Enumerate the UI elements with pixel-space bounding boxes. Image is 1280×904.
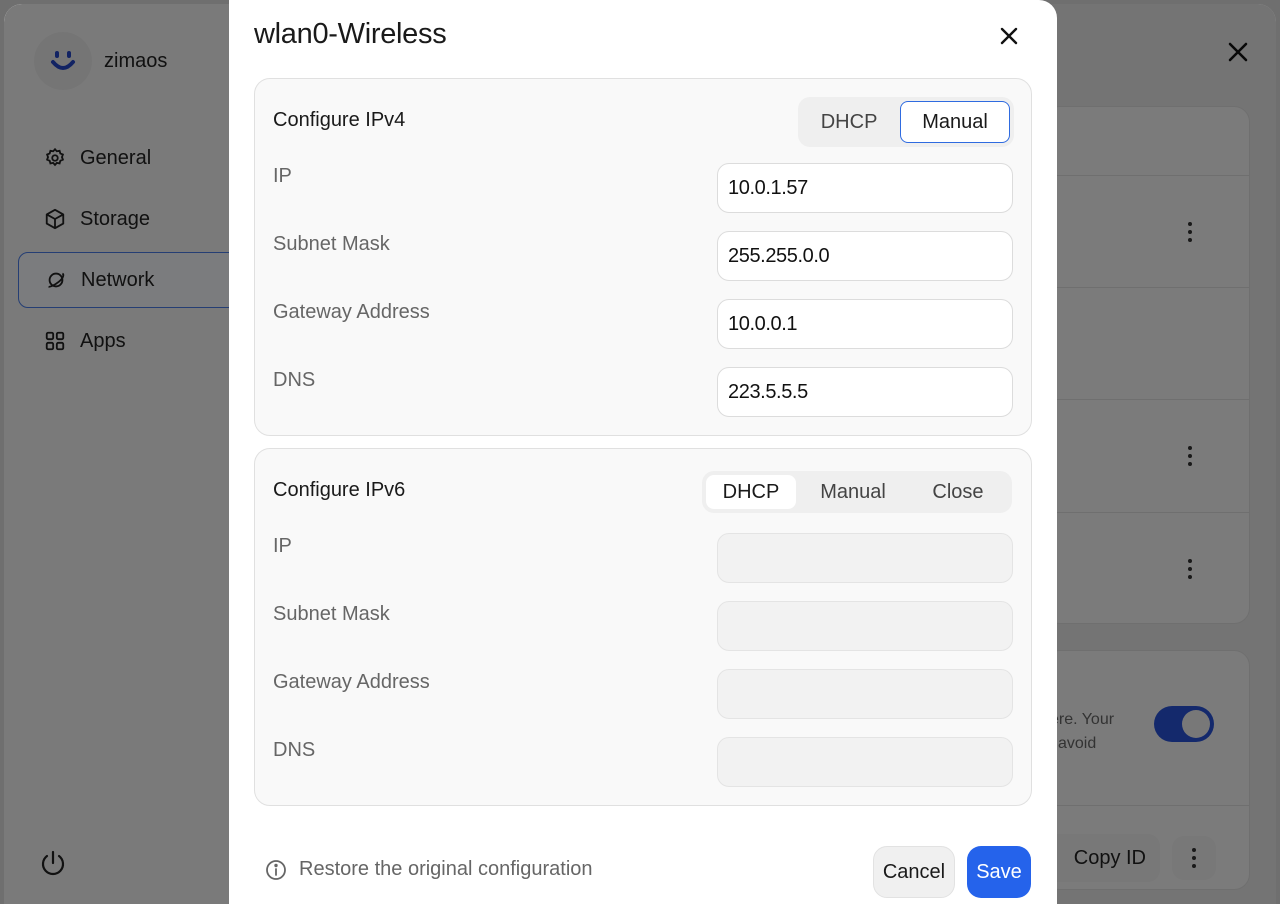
ipv4-gateway-label: Gateway Address <box>273 301 430 323</box>
ipv4-dns-input[interactable] <box>717 367 1013 417</box>
ipv4-gateway-input[interactable] <box>717 299 1013 349</box>
ipv6-ip-label: IP <box>273 535 292 557</box>
section-title: Configure IPv4 <box>273 109 406 131</box>
ipv4-section: Configure IPv4 DHCP Manual IP Subnet Mas… <box>254 78 1032 436</box>
ipv6-manual-option[interactable]: Manual <box>796 475 910 509</box>
section-title: Configure IPv6 <box>273 479 406 501</box>
ipv4-ip-input[interactable] <box>717 163 1013 213</box>
ipv4-mode-selector: DHCP Manual <box>798 97 1014 147</box>
ipv4-ip-label: IP <box>273 165 292 187</box>
restore-config-link[interactable]: Restore the original configuration <box>265 858 593 881</box>
ipv4-subnet-input[interactable] <box>717 231 1013 281</box>
cancel-button[interactable]: Cancel <box>873 846 955 898</box>
ipv6-subnet-input <box>717 601 1013 651</box>
ipv6-gateway-input <box>717 669 1013 719</box>
ipv6-close-option[interactable]: Close <box>910 475 1006 509</box>
ipv4-dns-label: DNS <box>273 369 316 391</box>
ipv6-dns-input <box>717 737 1013 787</box>
ipv6-dhcp-option[interactable]: DHCP <box>706 475 796 509</box>
ipv6-dns-label: DNS <box>273 739 316 761</box>
restore-label: Restore the original configuration <box>299 858 593 880</box>
ipv4-dhcp-option[interactable]: DHCP <box>802 101 896 143</box>
ipv6-subnet-label: Subnet Mask <box>273 603 390 625</box>
network-config-dialog: wlan0-Wireless Configure IPv4 DHCP Manua… <box>229 0 1057 904</box>
ipv4-manual-option[interactable]: Manual <box>900 101 1010 143</box>
close-icon[interactable] <box>997 24 1021 48</box>
ipv6-gateway-label: Gateway Address <box>273 671 430 693</box>
ipv6-mode-selector: DHCP Manual Close <box>702 471 1012 513</box>
ipv6-ip-input <box>717 533 1013 583</box>
save-button[interactable]: Save <box>967 846 1031 898</box>
ipv4-subnet-label: Subnet Mask <box>273 233 390 255</box>
info-icon <box>265 859 287 881</box>
dialog-title: wlan0-Wireless <box>254 18 447 50</box>
ipv6-section: Configure IPv6 DHCP Manual Close IP Subn… <box>254 448 1032 806</box>
